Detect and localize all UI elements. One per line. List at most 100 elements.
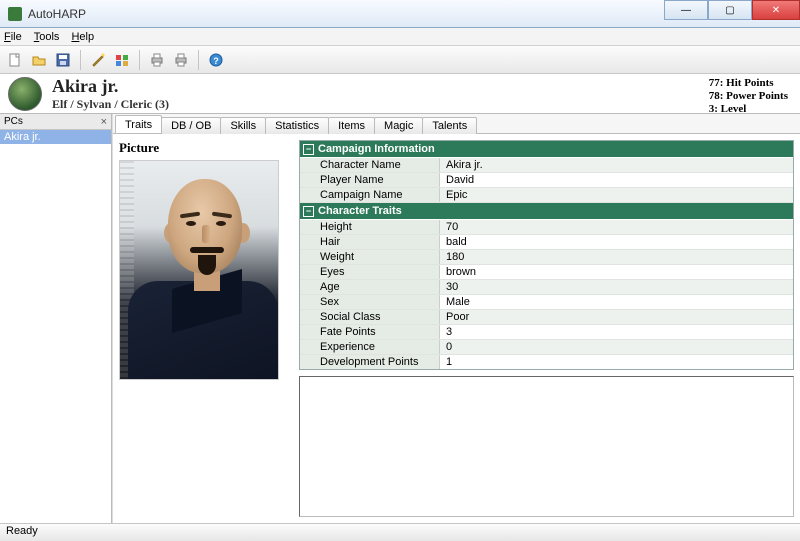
property-value[interactable]: Akira jr. [440, 158, 793, 172]
tab-skills[interactable]: Skills [220, 117, 266, 134]
print-button[interactable] [146, 49, 168, 71]
property-value[interactable]: Poor [440, 310, 793, 324]
window-controls: — ▢ ✕ [664, 0, 800, 20]
tab-talents[interactable]: Talents [422, 117, 477, 134]
property-section-header[interactable]: −Campaign Information [300, 141, 793, 158]
property-row[interactable]: Hairbald [300, 235, 793, 250]
property-value[interactable]: Epic [440, 188, 793, 202]
pp-label: Power Points [726, 90, 788, 102]
property-row[interactable]: Height70 [300, 220, 793, 235]
close-button[interactable]: ✕ [752, 0, 800, 20]
status-text: Ready [6, 525, 38, 537]
pcs-panel: PCs × Akira jr. [0, 114, 112, 523]
character-header: Akira jr. Elf / Sylvan / Cleric (3) 77: … [0, 74, 800, 114]
collapse-icon[interactable]: − [303, 206, 314, 217]
property-row[interactable]: Player NameDavid [300, 173, 793, 188]
property-row[interactable]: Campaign NameEpic [300, 188, 793, 203]
picture-column: Picture [119, 140, 289, 517]
level-label: Level [721, 103, 747, 115]
property-row[interactable]: Development Points1 [300, 355, 793, 370]
property-row[interactable]: Social ClassPoor [300, 310, 793, 325]
property-row[interactable]: Fate Points3 [300, 325, 793, 340]
harp-logo-icon [8, 77, 42, 111]
app-icon [8, 7, 22, 21]
toolbar: ? [0, 46, 800, 74]
menu-file[interactable]: File [4, 31, 22, 43]
property-key: Hair [300, 235, 440, 249]
property-key: Social Class [300, 310, 440, 324]
window-titlebar: AutoHARP — ▢ ✕ [0, 0, 800, 28]
open-button[interactable] [28, 49, 50, 71]
property-value[interactable]: brown [440, 265, 793, 279]
property-value[interactable]: 0 [440, 340, 793, 354]
property-grid[interactable]: −Campaign InformationCharacter NameAkira… [299, 140, 794, 370]
property-key: Height [300, 220, 440, 234]
wand-button[interactable] [87, 49, 109, 71]
property-key: Development Points [300, 355, 440, 369]
menu-help[interactable]: Help [71, 31, 94, 43]
toolbar-separator [198, 50, 199, 70]
print-preview-button[interactable] [170, 49, 192, 71]
property-value[interactable]: David [440, 173, 793, 187]
picture-label: Picture [119, 140, 289, 156]
collapse-icon[interactable]: − [303, 144, 314, 155]
character-name: Akira jr. [52, 76, 169, 97]
property-value[interactable]: 70 [440, 220, 793, 234]
pcs-panel-title: PCs [4, 116, 23, 127]
palette-button[interactable] [111, 49, 133, 71]
property-key: Fate Points [300, 325, 440, 339]
pcs-panel-close-icon[interactable]: × [101, 116, 107, 128]
property-value[interactable]: 180 [440, 250, 793, 264]
tab-traits[interactable]: Traits [115, 115, 162, 133]
property-row[interactable]: Eyesbrown [300, 265, 793, 280]
property-row[interactable]: Character NameAkira jr. [300, 158, 793, 173]
property-value[interactable]: 30 [440, 280, 793, 294]
header-stats: 77: Hit Points 78: Power Points 3: Level [709, 77, 788, 116]
pcs-panel-header: PCs × [0, 114, 111, 130]
statusbar: Ready [0, 523, 800, 541]
maximize-button[interactable]: ▢ [708, 0, 752, 20]
property-row[interactable]: Weight180 [300, 250, 793, 265]
property-row[interactable]: SexMale [300, 295, 793, 310]
property-row[interactable]: Age30 [300, 280, 793, 295]
hp-value: 77: [709, 77, 724, 89]
window-title: AutoHARP [28, 7, 86, 21]
property-value[interactable]: Male [440, 295, 793, 309]
property-key: Sex [300, 295, 440, 309]
property-row[interactable]: Experience0 [300, 340, 793, 355]
toolbar-separator [139, 50, 140, 70]
property-section-header[interactable]: −Character Traits [300, 203, 793, 220]
tab-statistics[interactable]: Statistics [265, 117, 329, 134]
hp-label: Hit Points [726, 77, 773, 89]
main-area: Traits DB / OB Skills Statistics Items M… [112, 114, 800, 523]
tab-items[interactable]: Items [328, 117, 375, 134]
workspace: PCs × Akira jr. Traits DB / OB Skills St… [0, 114, 800, 523]
property-key: Campaign Name [300, 188, 440, 202]
svg-text:?: ? [213, 56, 219, 66]
tab-db-ob[interactable]: DB / OB [161, 117, 221, 134]
property-value[interactable]: bald [440, 235, 793, 249]
level-value: 3: [709, 103, 718, 115]
properties-column: −Campaign InformationCharacter NameAkira… [299, 140, 794, 517]
tab-strip: Traits DB / OB Skills Statistics Items M… [113, 114, 800, 134]
tab-magic[interactable]: Magic [374, 117, 423, 134]
save-button[interactable] [52, 49, 74, 71]
property-value[interactable]: 3 [440, 325, 793, 339]
property-value[interactable]: 1 [440, 355, 793, 369]
menu-tools[interactable]: Tools [34, 31, 60, 43]
pc-list-item[interactable]: Akira jr. [0, 130, 111, 144]
property-key: Weight [300, 250, 440, 264]
new-button[interactable] [4, 49, 26, 71]
property-key: Eyes [300, 265, 440, 279]
character-portrait[interactable] [119, 160, 279, 380]
pcs-list[interactable]: Akira jr. [0, 130, 111, 523]
menubar: File Tools Help [0, 28, 800, 46]
help-button[interactable]: ? [205, 49, 227, 71]
property-key: Experience [300, 340, 440, 354]
property-key: Age [300, 280, 440, 294]
description-box[interactable] [299, 376, 794, 517]
minimize-button[interactable]: — [664, 0, 708, 20]
tab-content-traits: Picture −Campaign InformationCharacter N… [113, 134, 800, 523]
toolbar-separator [80, 50, 81, 70]
property-key: Player Name [300, 173, 440, 187]
